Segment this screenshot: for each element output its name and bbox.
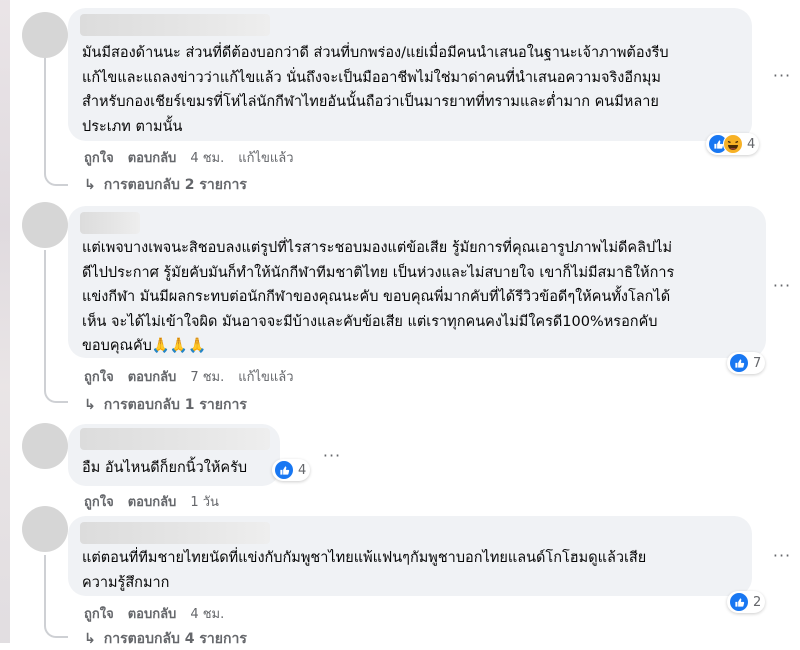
comment-text: แต่เพจบางเพจนะสิชอบลงแต่รูปที่ไรสาระชอบม… [82,240,675,354]
reply-button[interactable]: ตอบกลับ [128,147,177,168]
avatar[interactable] [22,202,68,248]
like-icon [729,353,749,373]
avatar[interactable] [22,506,68,552]
comment-actions: ถูกใจ ตอบกลับ 4 ชม. [84,603,224,624]
like-button[interactable]: ถูกใจ [84,603,114,624]
reply-button[interactable]: ตอบกลับ [128,603,177,624]
comment-text: อืม อันไหนดีก็ยกนิ้วให้ครับ [82,460,248,476]
reply-arrow-icon: ↳ [84,397,96,413]
timestamp[interactable]: 7 ชม. [190,366,224,387]
reaction-count: 7 [753,355,762,371]
haha-icon [723,134,743,154]
more-options-button[interactable]: ··· [322,446,342,465]
like-button[interactable]: ถูกใจ [84,147,114,168]
reply-button[interactable]: ตอบกลับ [128,366,177,387]
comment-bubble: มันมีสองด้านนะ ส่วนที่ดีต้องบอกว่าดี ส่ว… [68,8,752,141]
thread-connector [44,170,68,186]
more-options-button[interactable]: ··· [772,546,792,565]
replies-label: การตอบกลับ 2 รายการ [103,177,247,193]
comment-text: มันมีสองด้านนะ ส่วนที่ดีต้องบอกว่าดี ส่ว… [82,45,669,135]
page-edge-strip [0,0,10,643]
edited-label[interactable]: แก้ไขแล้ว [238,366,293,387]
view-replies-button[interactable]: ↳ การตอบกลับ 2 รายการ [84,174,247,196]
comment-actions: ถูกใจ ตอบกลับ 1 วัน [84,491,219,512]
thread-connector [44,622,68,638]
view-replies-button[interactable]: ↳ การตอบกลับ 1 รายการ [84,394,247,416]
author-name-blurred[interactable] [80,522,270,544]
reaction-count: 4 [747,136,756,152]
edited-label[interactable]: แก้ไขแล้ว [238,147,293,168]
avatar[interactable] [22,12,68,58]
author-name-blurred[interactable] [80,14,270,36]
comment-bubble: แต่เพจบางเพจนะสิชอบลงแต่รูปที่ไรสาระชอบม… [68,206,766,358]
comment-actions: ถูกใจ ตอบกลับ 4 ชม. แก้ไขแล้ว [84,147,294,168]
like-button[interactable]: ถูกใจ [84,366,114,387]
timestamp[interactable]: 4 ชม. [190,603,224,624]
comment-actions: ถูกใจ ตอบกลับ 7 ชม. แก้ไขแล้ว [84,366,294,387]
comment-bubble: อืม อันไหนดีก็ยกนิ้วให้ครับ [68,424,280,486]
view-replies-button[interactable]: ↳ การตอบกลับ 4 รายการ [84,628,247,650]
author-name-blurred[interactable] [80,212,140,234]
thread-line [44,250,46,390]
thread-connector [44,387,68,403]
reaction-summary[interactable]: 4 [706,133,760,155]
like-button[interactable]: ถูกใจ [84,491,114,512]
replies-label: การตอบกลับ 1 รายการ [103,397,247,413]
reply-arrow-icon: ↳ [84,177,96,193]
reaction-summary[interactable]: 4 [272,459,311,481]
author-name-blurred[interactable] [80,428,270,450]
like-icon [274,460,294,480]
thread-line [44,555,46,625]
reaction-summary[interactable]: 2 [727,591,766,613]
replies-label: การตอบกลับ 4 รายการ [103,631,247,647]
more-options-button[interactable]: ··· [772,66,792,85]
like-icon [729,592,749,612]
comment-bubble: แต่ตอนที่ทีมชายไทยนัดที่แข่งกับกัมพูชาไท… [68,516,752,596]
reply-button[interactable]: ตอบกลับ [128,491,177,512]
thread-line [44,55,46,173]
avatar[interactable] [22,423,68,469]
reaction-count: 4 [298,462,307,478]
reply-arrow-icon: ↳ [84,631,96,647]
comment-text: แต่ตอนที่ทีมชายไทยนัดที่แข่งกับกัมพูชาไท… [82,550,647,591]
reaction-summary[interactable]: 7 [727,352,766,374]
timestamp[interactable]: 1 วัน [190,491,219,512]
timestamp[interactable]: 4 ชม. [190,147,224,168]
more-options-button[interactable]: ··· [772,276,792,295]
reaction-count: 2 [753,594,762,610]
